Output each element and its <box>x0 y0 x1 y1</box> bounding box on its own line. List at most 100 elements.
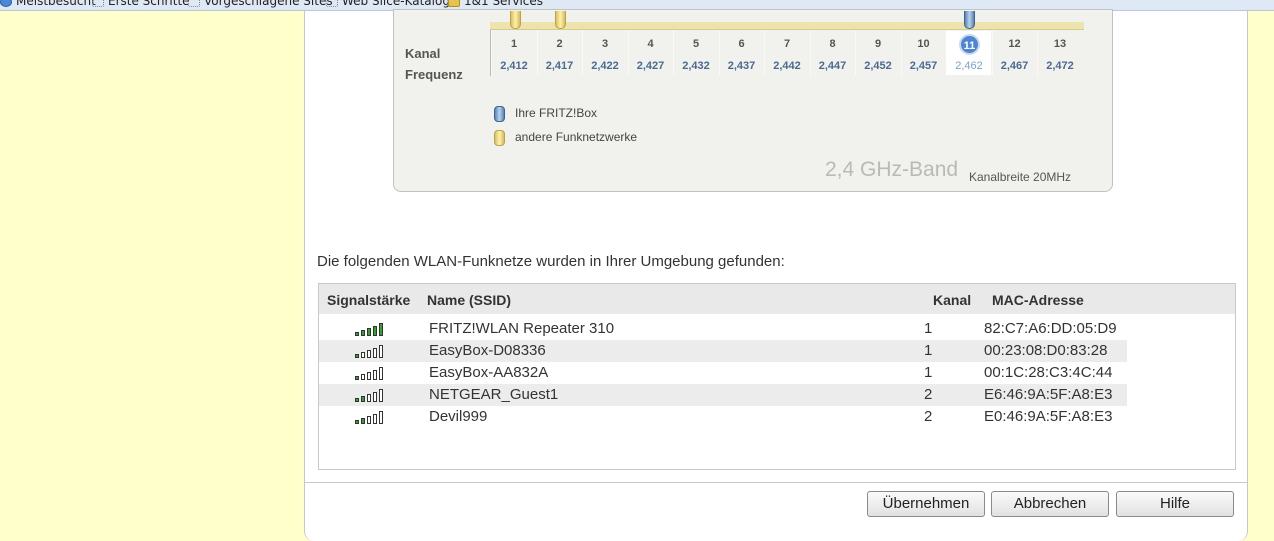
signal-strength-icon <box>355 366 387 380</box>
signal-bar <box>367 350 371 358</box>
network-channel: 2 <box>924 386 933 403</box>
signal-bar <box>361 352 365 358</box>
table-row: EasyBox-D08336 1 00:23:08:D0:83:28 <box>319 340 1127 362</box>
signal-bar <box>379 367 383 380</box>
globe-icon <box>0 0 12 7</box>
bookmark-web-slice-katalog[interactable]: Web Slice-Katalog <box>326 0 450 8</box>
header-channel: Kanal <box>933 292 972 308</box>
signal-bar <box>355 398 359 402</box>
page-icon <box>92 0 104 7</box>
channel-number: 7 <box>783 38 791 50</box>
network-mac: E0:46:9A:5F:A8:E3 <box>984 408 1113 425</box>
signal-strength-icon <box>355 344 387 358</box>
channel-5: 5 2,432 <box>673 31 718 75</box>
graph-baseline <box>490 22 1084 30</box>
network-mac: E6:46:9A:5F:A8:E3 <box>984 386 1113 403</box>
signal-bar <box>379 323 383 336</box>
signal-bar <box>367 416 371 424</box>
table-row: NETGEAR_Guest1 2 E6:46:9A:5F:A8:E3 <box>319 384 1127 406</box>
signal-bar <box>373 370 377 380</box>
signal-bar <box>379 345 383 358</box>
channel-number: 4 <box>647 38 654 50</box>
channel-frequency: 2,447 <box>818 60 847 72</box>
network-mac: 82:C7:A6:DD:05:D9 <box>984 320 1117 337</box>
bookmark-1und1-services[interactable]: 1&1 Services <box>448 0 543 8</box>
channel-10: 10 2,457 <box>900 31 946 75</box>
network-name: EasyBox-AA832A <box>429 364 549 381</box>
network-mac: 00:23:08:D0:83:28 <box>984 342 1108 359</box>
signal-bar <box>355 420 359 424</box>
channel-frequency: 2,452 <box>864 60 892 72</box>
main-panel: Kanal Frequenz 1 2,412 2 2,417 3 2,422 4 2,427 5… <box>304 9 1248 541</box>
channel-number: 9 <box>874 38 882 50</box>
signal-strength-icon <box>355 322 387 336</box>
signal-bar <box>379 411 383 424</box>
kanal-label: Kanal <box>405 46 441 61</box>
channel-number: 6 <box>738 38 745 50</box>
signal-bar <box>367 372 371 380</box>
channel-number: 3 <box>601 38 609 50</box>
header-mac: MAC-Adresse <box>992 292 1084 308</box>
channel-number: 11 <box>959 34 980 55</box>
help-button[interactable]: Hilfe <box>1116 491 1234 517</box>
other-network-marker <box>510 11 521 29</box>
channel-9: 9 2,452 <box>855 31 900 75</box>
channel-frequency: 2,427 <box>636 60 665 72</box>
channel-2: 2 2,417 <box>536 31 582 75</box>
networks-table: Signalstärke Name (SSID) Kanal MAC-Adres… <box>318 283 1236 470</box>
signal-bar <box>373 348 377 358</box>
legend-other: andere Funknetzwerke <box>494 130 637 146</box>
channel-13: 13 2,472 <box>1037 31 1082 75</box>
channel-frequency: 2,462 <box>955 60 983 72</box>
channel-number: 1 <box>510 38 518 50</box>
channel-6: 6 2,437 <box>718 31 764 75</box>
footer-divider <box>305 482 1247 483</box>
channel-12: 12 2,467 <box>991 31 1037 75</box>
channel-graph: Kanal Frequenz 1 2,412 2 2,417 3 2,422 4 2,427 5… <box>393 9 1113 192</box>
signal-bar <box>373 414 377 424</box>
signal-bar <box>373 326 377 336</box>
signal-bar <box>367 328 371 336</box>
network-name: Devil999 <box>429 408 488 425</box>
signal-bar <box>361 330 365 336</box>
signal-bar <box>355 332 359 336</box>
table-row: FRITZ!WLAN Repeater 310 1 82:C7:A6:DD:05:D… <box>319 318 1127 340</box>
signal-bar <box>367 394 371 402</box>
header-signal: Signalstärke <box>327 292 411 308</box>
network-channel: 1 <box>924 364 933 381</box>
page-icon <box>188 0 200 7</box>
signal-bar <box>361 396 365 402</box>
apply-button[interactable]: Übernehmen <box>867 491 985 517</box>
channel-number: 13 <box>1053 38 1067 50</box>
signal-strength-icon <box>355 388 387 402</box>
network-mac: 00:1C:28:C3:4C:44 <box>984 364 1113 381</box>
channel-7: 7 2,442 <box>764 31 809 75</box>
own-fritzbox-marker <box>964 11 975 29</box>
bandwidth-label: Kanalbreite 20MHz <box>969 170 1072 184</box>
channel-number: 10 <box>917 38 930 50</box>
table-header: Signalstärke Name (SSID) Kanal MAC-Adres… <box>319 284 1235 314</box>
network-name: EasyBox-D08336 <box>429 342 546 359</box>
signal-bar <box>373 392 377 402</box>
network-name: FRITZ!WLAN Repeater 310 <box>429 320 615 337</box>
bookmark-meistbesucht[interactable]: Meistbesucht <box>0 0 96 8</box>
channel-frequency: 2,472 <box>1046 60 1074 72</box>
channel-11: 11 2,462 <box>946 31 991 75</box>
signal-bar <box>355 376 359 380</box>
channel-frequency: 2,422 <box>591 60 619 72</box>
network-channel: 1 <box>924 320 933 337</box>
signal-bar <box>361 374 365 380</box>
channel-number: 2 <box>556 38 563 50</box>
frequenz-label: Frequenz <box>405 67 463 82</box>
found-networks-text: Die folgenden WLAN-Funknetze wurden in I… <box>317 253 785 270</box>
signal-bar <box>355 354 359 358</box>
channel-4: 4 2,427 <box>627 31 673 75</box>
bookmark-vorgeschlagene-sites[interactable]: Vorgeschlagene Sites <box>188 0 333 8</box>
signal-bar <box>361 418 365 424</box>
table-row: EasyBox-AA832A 1 00:1C:28:C3:4C:44 <box>319 362 1127 384</box>
bookmark-erste-schritte[interactable]: Erste Schritte <box>92 0 190 8</box>
blue-cylinder-icon <box>494 106 505 122</box>
channel-frequency: 2,457 <box>909 60 938 72</box>
cancel-button[interactable]: Abbrechen <box>991 491 1109 517</box>
channel-frequency: 2,442 <box>773 60 801 72</box>
